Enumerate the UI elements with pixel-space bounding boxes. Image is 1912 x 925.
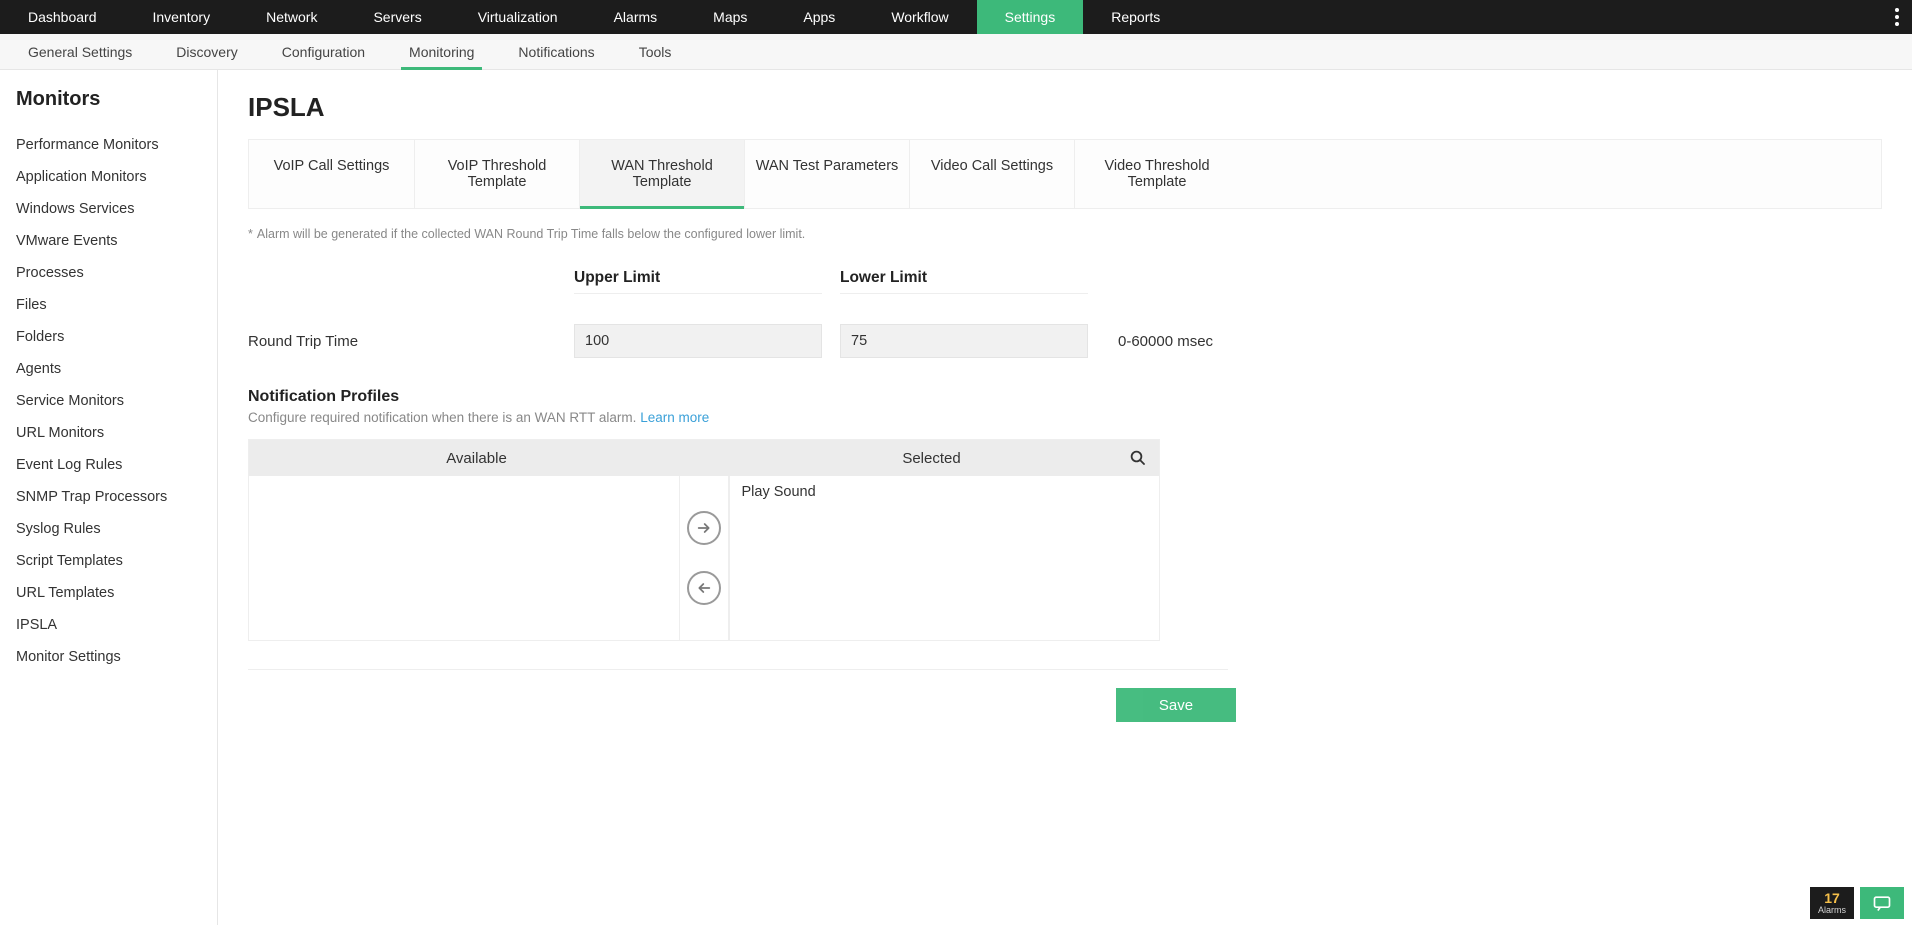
selected-header: Selected [704, 450, 1159, 467]
tab-voip-call-settings[interactable]: VoIP Call Settings [249, 140, 414, 208]
topnav-item-alarms[interactable]: Alarms [586, 0, 686, 34]
sidebar-item-windows-services[interactable]: Windows Services [16, 193, 201, 225]
rtt-range: 0-60000 msec [1106, 333, 1286, 350]
subnav-item-monitoring[interactable]: Monitoring [387, 34, 496, 69]
sidebar-item-application-monitors[interactable]: Application Monitors [16, 161, 201, 193]
chat-icon[interactable] [1860, 887, 1904, 919]
tab-video-call-settings[interactable]: Video Call Settings [909, 140, 1074, 208]
sidebar-item-monitor-settings[interactable]: Monitor Settings [16, 641, 201, 673]
ipsla-tabstrip: VoIP Call SettingsVoIP Threshold Templat… [248, 139, 1882, 209]
move-left-button[interactable] [687, 571, 721, 605]
bottom-tray: 17 Alarms [1810, 887, 1904, 919]
divider [248, 669, 1228, 670]
sidebar-item-agents[interactable]: Agents [16, 353, 201, 385]
topnav-item-maps[interactable]: Maps [685, 0, 775, 34]
search-icon[interactable] [1129, 449, 1147, 467]
sidebar-item-performance-monitors[interactable]: Performance Monitors [16, 129, 201, 161]
topnav-item-network[interactable]: Network [238, 0, 345, 34]
sidebar-item-script-templates[interactable]: Script Templates [16, 545, 201, 577]
rtt-lower-input[interactable] [840, 324, 1088, 358]
profiles-title: Notification Profiles [248, 388, 1852, 406]
hint-text: *Alarm will be generated if the collecte… [248, 227, 1852, 241]
subnav-item-notifications[interactable]: Notifications [496, 34, 616, 69]
sidebar-item-syslog-rules[interactable]: Syslog Rules [16, 513, 201, 545]
sidebar: Monitors Performance MonitorsApplication… [0, 70, 218, 925]
sidebar-item-processes[interactable]: Processes [16, 257, 201, 289]
upper-limit-header: Upper Limit [574, 269, 822, 294]
subnav-item-configuration[interactable]: Configuration [260, 34, 387, 69]
profiles-desc: Configure required notification when the… [248, 410, 1852, 425]
kebab-menu-icon[interactable] [1882, 0, 1912, 34]
sidebar-item-snmp-trap-processors[interactable]: SNMP Trap Processors [16, 481, 201, 513]
alarms-badge[interactable]: 17 Alarms [1810, 887, 1854, 919]
topnav-item-servers[interactable]: Servers [345, 0, 449, 34]
topnav-item-apps[interactable]: Apps [775, 0, 863, 34]
sidebar-item-files[interactable]: Files [16, 289, 201, 321]
move-right-button[interactable] [687, 511, 721, 545]
save-button[interactable]: Save [1116, 688, 1236, 722]
main-content: IPSLA VoIP Call SettingsVoIP Threshold T… [218, 70, 1912, 925]
sidebar-item-ipsla[interactable]: IPSLA [16, 609, 201, 641]
selected-item[interactable]: Play Sound [730, 476, 1160, 508]
sidebar-title: Monitors [16, 88, 201, 111]
sidebar-item-url-monitors[interactable]: URL Monitors [16, 417, 201, 449]
topnav-item-dashboard[interactable]: Dashboard [0, 0, 125, 34]
settings-scroll[interactable]: *Alarm will be generated if the collecte… [248, 217, 1882, 890]
lower-limit-header: Lower Limit [840, 269, 1088, 294]
tab-video-threshold-template[interactable]: Video Threshold Template [1074, 140, 1239, 208]
rtt-label: Round Trip Time [248, 333, 574, 350]
tab-wan-test-parameters[interactable]: WAN Test Parameters [744, 140, 909, 208]
subnav-item-tools[interactable]: Tools [617, 34, 694, 69]
topnav-item-reports[interactable]: Reports [1083, 0, 1188, 34]
sidebar-item-vmware-events[interactable]: VMware Events [16, 225, 201, 257]
sidebar-item-url-templates[interactable]: URL Templates [16, 577, 201, 609]
learn-more-link[interactable]: Learn more [640, 410, 709, 425]
profiles-duallist: Available Selected [248, 439, 1160, 641]
topnav-item-workflow[interactable]: Workflow [863, 0, 976, 34]
subnav-item-general-settings[interactable]: General Settings [6, 34, 154, 69]
topnav-item-virtualization[interactable]: Virtualization [450, 0, 586, 34]
sub-navbar: General SettingsDiscoveryConfigurationMo… [0, 34, 1912, 70]
page-title: IPSLA [248, 92, 1882, 123]
subnav-item-discovery[interactable]: Discovery [154, 34, 259, 69]
sidebar-item-folders[interactable]: Folders [16, 321, 201, 353]
top-navbar: DashboardInventoryNetworkServersVirtuali… [0, 0, 1912, 34]
topnav-item-inventory[interactable]: Inventory [125, 0, 239, 34]
tab-wan-threshold-template[interactable]: WAN Threshold Template [579, 140, 744, 208]
rtt-upper-input[interactable] [574, 324, 822, 358]
tab-voip-threshold-template[interactable]: VoIP Threshold Template [414, 140, 579, 208]
topnav-item-settings[interactable]: Settings [977, 0, 1084, 34]
available-list[interactable] [249, 476, 679, 640]
available-header: Available [249, 450, 704, 467]
sidebar-item-event-log-rules[interactable]: Event Log Rules [16, 449, 201, 481]
sidebar-item-service-monitors[interactable]: Service Monitors [16, 385, 201, 417]
selected-list[interactable]: Play Sound [729, 476, 1160, 640]
